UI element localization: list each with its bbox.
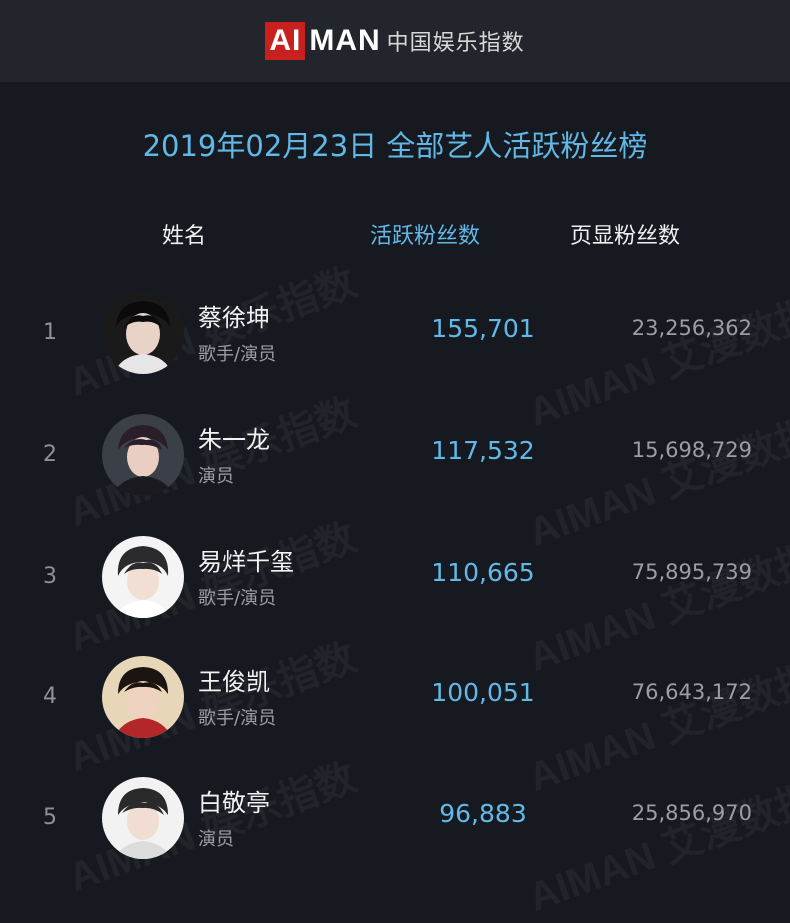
column-header-page-fans[interactable]: 页显粉丝数 bbox=[570, 218, 680, 250]
app-header: AI MAN 中国娱乐指数 bbox=[0, 0, 790, 82]
avatar[interactable] bbox=[102, 656, 184, 738]
artist-role: 演员 bbox=[198, 829, 234, 850]
artist-role: 歌手/演员 bbox=[198, 588, 277, 609]
artist-name[interactable]: 易烊千玺 bbox=[198, 542, 294, 577]
rank-number: 3 bbox=[43, 564, 57, 589]
brand-logo[interactable]: AI MAN 中国娱乐指数 bbox=[265, 21, 524, 61]
ranking-row[interactable]: 3 易烊千玺 歌手/演员 110,665 75,895,739 bbox=[0, 536, 790, 622]
page-fans-value: 23,256,362 bbox=[631, 316, 752, 340]
ranking-row[interactable]: 1 蔡徐坤 歌手/演员 155,701 23,256,362 bbox=[0, 292, 790, 378]
avatar[interactable] bbox=[102, 536, 184, 618]
artist-name[interactable]: 蔡徐坤 bbox=[198, 298, 270, 333]
logo-man-text: MAN bbox=[309, 24, 381, 57]
logo-chinese-text: 中国娱乐指数 bbox=[386, 31, 525, 56]
column-header-name: 姓名 bbox=[162, 224, 207, 249]
rank-number: 4 bbox=[43, 684, 57, 709]
rank-number: 1 bbox=[43, 320, 57, 345]
active-fans-value: 110,665 bbox=[431, 558, 535, 587]
page-title: 2019年02月23日 全部艺人活跃粉丝榜 bbox=[142, 129, 648, 163]
avatar[interactable] bbox=[102, 292, 184, 374]
logo-ai-mark: AI bbox=[265, 22, 306, 60]
column-header-active-fans[interactable]: 活跃粉丝数 bbox=[370, 218, 480, 250]
avatar[interactable] bbox=[102, 777, 184, 859]
ranking-row[interactable]: 4 王俊凯 歌手/演员 100,051 76,643,172 bbox=[0, 656, 790, 742]
active-fans-value: 96,883 bbox=[439, 799, 527, 828]
page-fans-value: 76,643,172 bbox=[631, 680, 752, 704]
ranking-row[interactable]: 5 白敬亭 演员 96,883 25,856,970 bbox=[0, 777, 790, 863]
active-fans-value: 117,532 bbox=[431, 436, 535, 465]
rank-number: 2 bbox=[43, 442, 57, 467]
page-fans-value: 75,895,739 bbox=[631, 560, 752, 584]
artist-role: 演员 bbox=[198, 466, 234, 487]
page-fans-value: 15,698,729 bbox=[631, 438, 752, 462]
avatar[interactable] bbox=[102, 414, 184, 496]
rank-number: 5 bbox=[43, 805, 57, 830]
artist-name[interactable]: 白敬亭 bbox=[198, 783, 270, 818]
active-fans-value: 155,701 bbox=[431, 314, 535, 343]
artist-role: 歌手/演员 bbox=[198, 708, 277, 729]
active-fans-value: 100,051 bbox=[431, 678, 535, 707]
artist-role: 歌手/演员 bbox=[198, 344, 277, 365]
artist-name[interactable]: 朱一龙 bbox=[198, 420, 270, 455]
ranking-row[interactable]: 2 朱一龙 演员 117,532 15,698,729 bbox=[0, 414, 790, 500]
page-fans-value: 25,856,970 bbox=[631, 801, 752, 825]
artist-name[interactable]: 王俊凯 bbox=[198, 662, 270, 697]
